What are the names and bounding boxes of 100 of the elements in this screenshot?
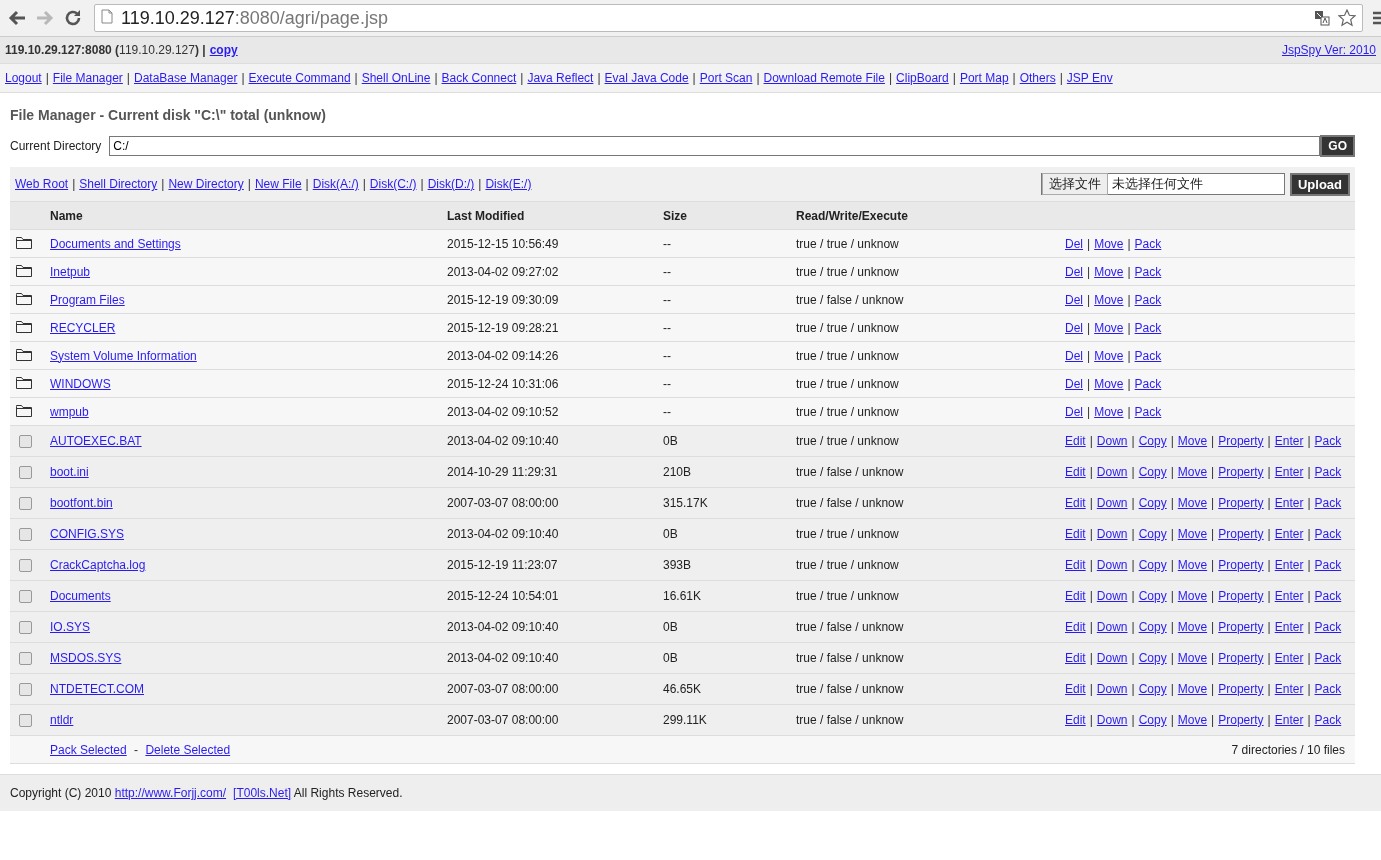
toolbar-link[interactable]: Disk(D:/) [427,177,475,191]
action-link[interactable]: Copy [1138,589,1167,603]
action-link[interactable]: Pack [1314,651,1342,665]
menu-link[interactable]: DataBase Manager [134,71,238,85]
file-checkbox[interactable] [19,559,32,573]
action-link[interactable]: Edit [1065,620,1086,634]
upload-button[interactable]: Upload [1289,172,1350,196]
file-checkbox[interactable] [19,590,32,604]
action-link[interactable]: Down [1096,713,1128,727]
action-link[interactable]: Del [1065,404,1083,419]
action-link[interactable]: Move [1094,376,1124,391]
action-link[interactable]: Move [1177,558,1208,572]
action-link[interactable]: Pack [1314,527,1342,541]
action-link[interactable]: Copy [1138,465,1167,479]
file-name-link[interactable]: MSDOS.SYS [50,651,122,665]
action-link[interactable]: Move [1094,292,1124,307]
action-link[interactable]: Enter [1274,496,1304,510]
menu-link[interactable]: Others [1019,71,1056,85]
star-icon[interactable] [1338,9,1356,27]
action-link[interactable]: Pack [1134,264,1162,279]
file-checkbox[interactable] [19,621,32,635]
action-link[interactable]: Down [1096,434,1128,448]
file-name-link[interactable]: wmpub [50,404,89,419]
action-link[interactable]: Pack [1314,434,1342,448]
action-link[interactable]: Property [1218,589,1264,603]
menu-link[interactable]: Execute Command [248,71,351,85]
action-link[interactable]: Property [1218,558,1264,572]
action-link[interactable]: Edit [1065,682,1086,696]
action-link[interactable]: Pack [1314,558,1342,572]
action-link[interactable]: Del [1065,264,1083,279]
menu-icon[interactable] [1373,10,1381,26]
action-link[interactable]: Move [1177,434,1208,448]
action-link[interactable]: Down [1096,589,1128,603]
toolbar-link[interactable]: Shell Directory [79,177,158,191]
action-link[interactable]: Pack [1134,348,1162,363]
action-link[interactable]: Pack [1314,682,1342,696]
menu-link[interactable]: Logout [5,71,42,85]
action-link[interactable]: Move [1177,589,1208,603]
file-name-link[interactable]: boot.ini [50,465,89,479]
action-link[interactable]: Property [1218,434,1264,448]
file-name-link[interactable]: Program Files [50,292,125,307]
action-link[interactable]: Copy [1138,620,1167,634]
file-name-link[interactable]: CONFIG.SYS [50,527,124,541]
file-name-link[interactable]: AUTOEXEC.BAT [50,434,142,448]
action-link[interactable]: Del [1065,376,1083,391]
action-link[interactable]: Del [1065,236,1083,251]
toolbar-link[interactable]: Disk(A:/) [312,177,359,191]
file-name-link[interactable]: CrackCaptcha.log [50,558,146,572]
action-link[interactable]: Move [1094,348,1124,363]
file-checkbox[interactable] [19,435,32,449]
action-link[interactable]: Property [1218,682,1264,696]
file-name-link[interactable]: Inetpub [50,264,91,279]
go-button[interactable]: GO [1320,135,1355,157]
action-link[interactable]: Down [1096,558,1128,572]
action-link[interactable]: Property [1218,465,1264,479]
file-checkbox[interactable] [19,497,32,511]
file-checkbox[interactable] [19,683,32,697]
action-link[interactable]: Copy [1138,496,1167,510]
action-link[interactable]: Enter [1274,620,1304,634]
toolbar-link[interactable]: New Directory [168,177,244,191]
action-link[interactable]: Copy [1138,527,1167,541]
action-link[interactable]: Edit [1065,558,1086,572]
action-link[interactable]: Move [1094,404,1124,419]
action-link[interactable]: Enter [1274,713,1304,727]
action-link[interactable]: Move [1177,651,1208,665]
action-link[interactable]: Property [1218,496,1264,510]
toolbar-link[interactable]: Disk(E:/) [485,177,532,191]
copyright-link[interactable]: http://www.Forjj.com/ [114,786,227,800]
translate-icon[interactable] [1314,10,1330,26]
action-link[interactable]: Enter [1274,682,1304,696]
menu-link[interactable]: Eval Java Code [604,71,689,85]
file-checkbox[interactable] [19,466,32,480]
action-link[interactable]: Pack [1314,589,1342,603]
action-link[interactable]: Pack [1314,713,1342,727]
action-link[interactable]: Enter [1274,558,1304,572]
action-link[interactable]: Down [1096,465,1128,479]
action-link[interactable]: Move [1177,713,1208,727]
action-link[interactable]: Enter [1274,465,1304,479]
file-checkbox[interactable] [19,714,32,728]
action-link[interactable]: Del [1065,348,1083,363]
action-link[interactable]: Copy [1138,434,1167,448]
reload-button[interactable] [64,9,82,27]
action-link[interactable]: Move [1094,320,1124,335]
action-link[interactable]: Pack [1314,496,1342,510]
action-link[interactable]: Enter [1274,589,1304,603]
menu-link[interactable]: Port Map [959,71,1009,85]
action-link[interactable]: Down [1096,620,1128,634]
action-link[interactable]: Property [1218,620,1264,634]
action-link[interactable]: Move [1177,496,1208,510]
action-link[interactable]: Del [1065,320,1083,335]
action-link[interactable]: Edit [1065,527,1086,541]
action-link[interactable]: Edit [1065,434,1086,448]
menu-link[interactable]: Shell OnLine [361,71,431,85]
pack-selected-link[interactable]: Pack Selected [50,742,127,757]
action-link[interactable]: Pack [1314,465,1342,479]
action-link[interactable]: Edit [1065,713,1086,727]
action-link[interactable]: Copy [1138,682,1167,696]
menu-link[interactable]: ClipBoard [896,71,949,85]
action-link[interactable]: Del [1065,292,1083,307]
action-link[interactable]: Copy [1138,713,1167,727]
